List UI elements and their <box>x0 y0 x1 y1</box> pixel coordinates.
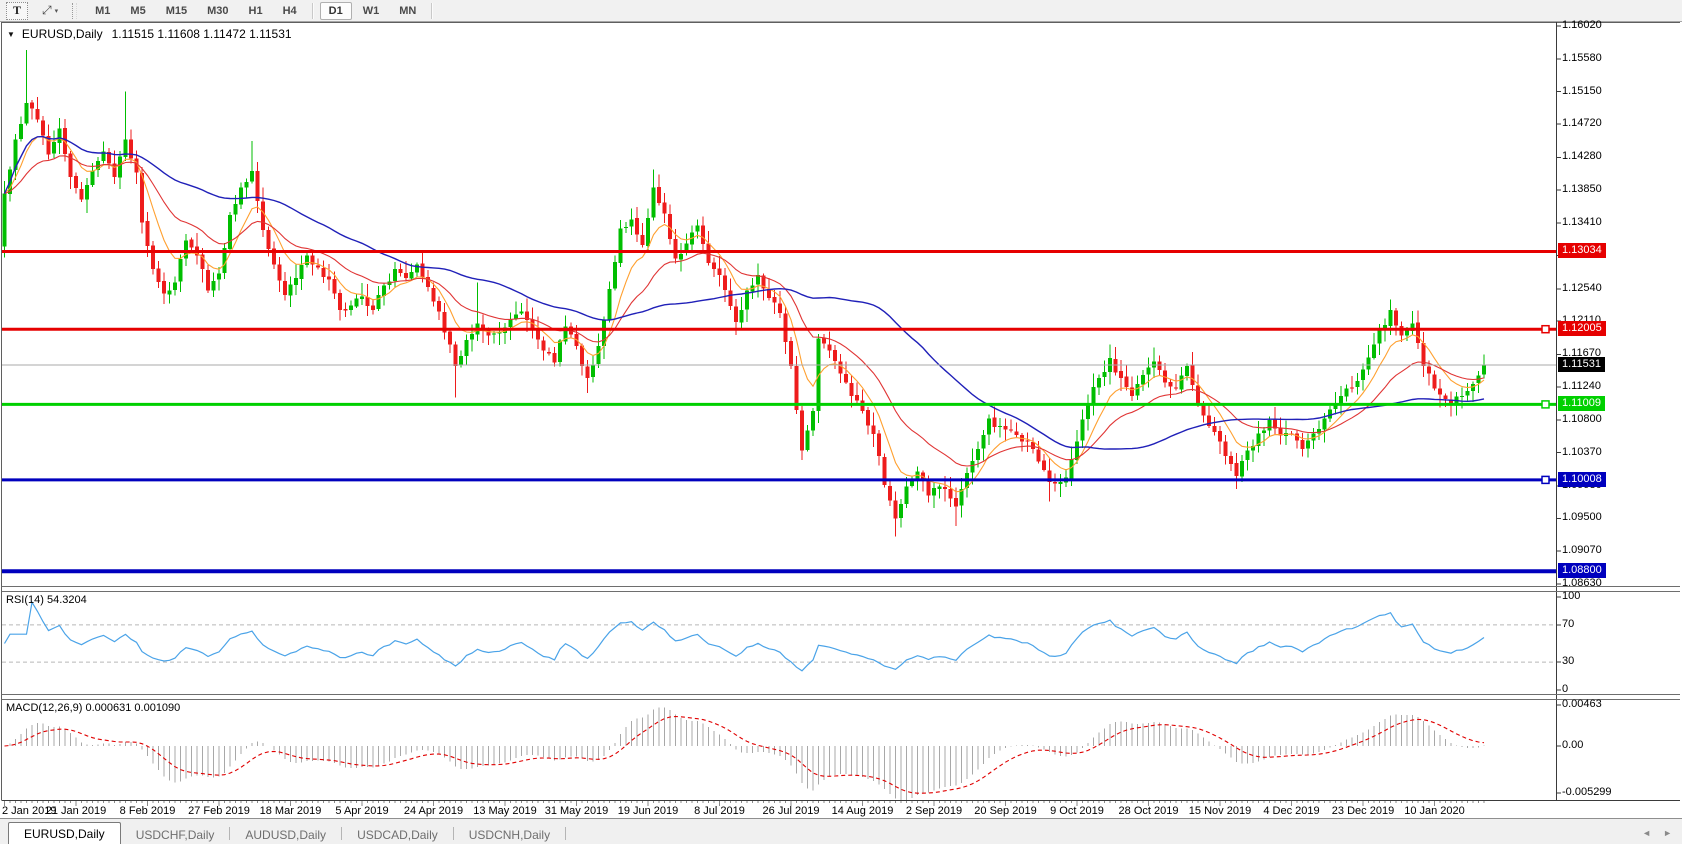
chart-canvas[interactable] <box>0 22 1682 844</box>
date-label: 8 Feb 2019 <box>120 805 176 817</box>
timeframe-button-h4[interactable]: H4 <box>274 2 306 20</box>
timeframe-button-m1[interactable]: M1 <box>86 2 119 20</box>
macd-histogram <box>5 707 1485 800</box>
toolbar-separator <box>431 3 433 19</box>
date-label: 27 Feb 2019 <box>188 805 250 817</box>
date-label: 14 Aug 2019 <box>832 805 894 817</box>
toolbar-grip <box>72 3 77 19</box>
date-label: 19 Jun 2019 <box>618 805 679 817</box>
chart-window: ▼ EURUSD,Daily 1.11515 1.11608 1.11472 1… <box>0 22 1682 844</box>
macd-tick-label: 0.00463 <box>1562 698 1602 710</box>
tab-usdchf-daily[interactable]: USDCHF,Daily <box>121 824 230 844</box>
tab-scroll-left-icon[interactable]: ◄ <box>1642 828 1651 838</box>
tab-scroll-right-icon[interactable]: ► <box>1663 828 1672 838</box>
date-label: 21 Jan 2019 <box>46 805 107 817</box>
ma-fast-line <box>5 137 1485 492</box>
price-tick-label: 1.15580 <box>1562 52 1602 64</box>
date-axis: 2 Jan 201921 Jan 20198 Feb 201927 Feb 20… <box>0 803 1682 819</box>
price-tick-label: 1.12540 <box>1562 282 1602 294</box>
rsi-label: RSI(14) 54.3204 <box>6 594 87 606</box>
mt4-window: T ⤢ ▾ M1M5M15M30H1H4 D1W1MN ▼ EURUSD,Dail… <box>0 0 1682 844</box>
chart-ohlc: 1.11515 1.11608 1.11472 1.11531 <box>112 27 292 41</box>
tab-usdcad-daily[interactable]: USDCAD,Daily <box>342 824 453 844</box>
macd-tick-label: 0.00 <box>1562 739 1583 751</box>
rsi-tick-label: 0 <box>1562 683 1568 695</box>
price-tick-label: 1.11240 <box>1562 380 1601 392</box>
timeframe-button-d1[interactable]: D1 <box>320 2 352 20</box>
symbol-collapse-icon[interactable]: ▼ <box>7 30 15 39</box>
date-label: 28 Oct 2019 <box>1119 805 1179 817</box>
chevron-down-icon: ▾ <box>55 7 59 15</box>
timeframe-group: M1M5M15M30H1H4 D1W1MN <box>85 2 438 20</box>
price-tick-label: 1.09500 <box>1562 511 1602 523</box>
hline-handle[interactable] <box>1542 476 1549 483</box>
macd-tick-label: -0.005299 <box>1562 786 1612 798</box>
timeframe-button-m15[interactable]: M15 <box>157 2 196 20</box>
rsi-tick-label: 100 <box>1562 590 1580 602</box>
hline-handle[interactable] <box>1542 326 1549 333</box>
date-label: 8 Jul 2019 <box>694 805 745 817</box>
hline-price-label: 1.11009 <box>1558 396 1605 411</box>
rsi-line <box>5 602 1485 671</box>
tab-nav: ◄ ► <box>1642 828 1672 838</box>
timeframe-button-mn[interactable]: MN <box>390 2 425 20</box>
toolbar: T ⤢ ▾ M1M5M15M30H1H4 D1W1MN <box>0 0 1682 22</box>
price-tick-label: 1.08630 <box>1562 577 1602 589</box>
text-tool-button[interactable]: T <box>6 2 28 20</box>
current-price-label: 1.11531 <box>1558 357 1605 372</box>
macd-signal-line <box>5 717 1485 794</box>
date-label: 13 May 2019 <box>473 805 537 817</box>
chart-title: ▼ EURUSD,Daily 1.11515 1.11608 1.11472 1… <box>7 27 292 41</box>
crosshair-tool-button[interactable]: ⤢ ▾ <box>38 3 62 19</box>
tab-strip: EURUSD,DailyUSDCHF,DailyAUDUSD,DailyUSDC… <box>0 819 566 844</box>
date-label: 15 Nov 2019 <box>1189 805 1251 817</box>
ma-slow-line <box>5 137 1485 450</box>
timeframe-button-m5[interactable]: M5 <box>121 2 154 20</box>
price-tick-label: 1.10800 <box>1562 413 1602 425</box>
timeframe-button-h1[interactable]: H1 <box>240 2 272 20</box>
date-label: 24 Apr 2019 <box>404 805 463 817</box>
hline-price-label: 1.10008 <box>1558 472 1606 487</box>
price-tick-label: 1.15150 <box>1562 85 1602 97</box>
price-tick-label: 1.13410 <box>1562 216 1602 228</box>
price-tick-label: 1.13850 <box>1562 183 1602 195</box>
date-label: 18 Mar 2019 <box>260 805 322 817</box>
hline-price-label: 1.12005 <box>1558 321 1606 336</box>
timeframe-button-w1[interactable]: W1 <box>354 2 389 20</box>
tab-separator <box>565 827 566 840</box>
date-label: 31 May 2019 <box>545 805 609 817</box>
hline-handle[interactable] <box>1542 401 1549 408</box>
price-tick-label: 1.10370 <box>1562 446 1602 458</box>
rsi-tick-label: 30 <box>1562 655 1574 667</box>
date-label: 5 Apr 2019 <box>335 805 388 817</box>
date-label: 10 Jan 2020 <box>1404 805 1465 817</box>
date-label: 26 Jul 2019 <box>763 805 820 817</box>
date-label: 20 Sep 2019 <box>974 805 1036 817</box>
cursor-icon: ⤢ <box>42 3 52 18</box>
tab-usdcnh-daily[interactable]: USDCNH,Daily <box>454 824 565 844</box>
tab-bar: EURUSD,DailyUSDCHF,DailyAUDUSD,DailyUSDC… <box>0 818 1682 844</box>
date-label: 4 Dec 2019 <box>1263 805 1319 817</box>
date-label: 9 Oct 2019 <box>1050 805 1104 817</box>
tab-eurusd-daily[interactable]: EURUSD,Daily <box>8 822 121 844</box>
date-label: 2 Sep 2019 <box>906 805 962 817</box>
price-tick-label: 1.14280 <box>1562 150 1602 162</box>
price-tick-label: 1.14720 <box>1562 117 1602 129</box>
rsi-tick-label: 70 <box>1562 618 1574 630</box>
price-tick-label: 1.09070 <box>1562 544 1602 556</box>
date-label: 23 Dec 2019 <box>1332 805 1394 817</box>
chart-frame <box>2 22 1681 806</box>
hline-price-label: 1.13034 <box>1558 243 1606 258</box>
timeframe-button-m30[interactable]: M30 <box>198 2 237 20</box>
macd-label: MACD(12,26,9) 0.000631 0.001090 <box>6 702 180 714</box>
toolbar-separator <box>312 3 314 19</box>
text-tool-icon: T <box>13 3 21 18</box>
tab-audusd-daily[interactable]: AUDUSD,Daily <box>230 824 341 844</box>
chart-symbol: EURUSD,Daily <box>22 27 103 41</box>
hline-price-label: 1.08800 <box>1558 563 1606 578</box>
price-tick-label: 1.16020 <box>1562 19 1602 31</box>
